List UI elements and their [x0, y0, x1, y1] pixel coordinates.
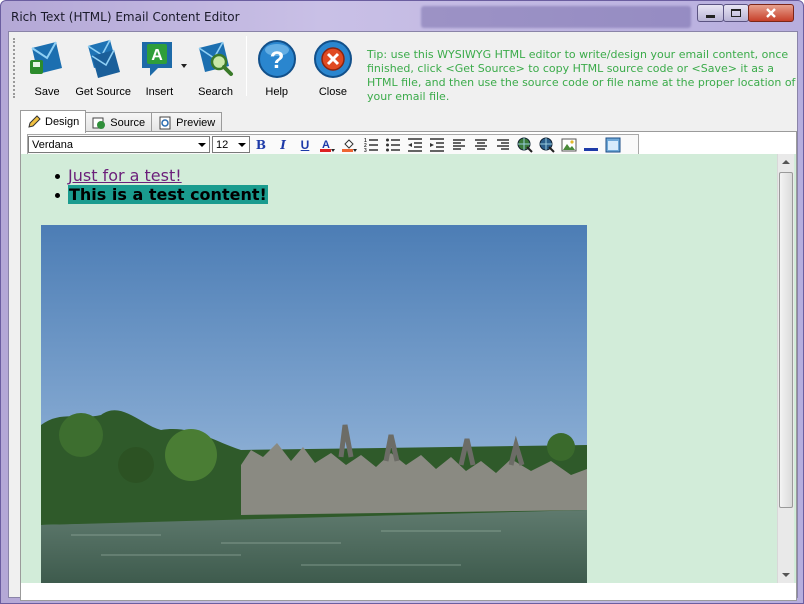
globe-unlink-icon — [539, 137, 555, 153]
close-icon — [313, 40, 352, 78]
save-icon — [30, 41, 63, 74]
get-source-button[interactable]: Get Source — [75, 34, 131, 98]
paint-bucket-icon — [342, 138, 357, 152]
list-item: Just for a test! — [55, 166, 268, 185]
view-tabs: Design Source Preview — [20, 110, 223, 133]
insert-link-button[interactable] — [514, 135, 536, 154]
scroll-thumb[interactable] — [779, 172, 793, 508]
help-button[interactable]: ? Help — [249, 34, 305, 98]
bold-button[interactable]: B — [250, 135, 272, 154]
svg-text:3: 3 — [364, 148, 367, 153]
svg-text:A: A — [152, 47, 164, 64]
maximize-button[interactable] — [723, 4, 749, 22]
insert-label: Insert — [145, 86, 174, 98]
editor-area[interactable]: Just for a test! This is a test content! — [21, 154, 796, 583]
minimize-button[interactable] — [697, 4, 724, 22]
toolbar-separator — [245, 36, 247, 96]
indent-icon — [430, 137, 444, 152]
toolbar-grip[interactable] — [13, 38, 17, 98]
close-x-icon — [766, 8, 776, 18]
client-area: Save Get Source A Insert Search ? Help C… — [8, 31, 798, 601]
help-icon: ? — [257, 40, 296, 78]
align-right-icon — [497, 138, 509, 150]
tab-design-label: Design — [45, 116, 80, 128]
bullet-list-button[interactable] — [382, 135, 404, 154]
horizontal-rule-icon — [584, 147, 598, 151]
align-right-button[interactable] — [492, 135, 514, 154]
title-bar-glass — [421, 6, 691, 28]
font-family-value: Verdana — [32, 138, 73, 151]
app-window: Rich Text (HTML) Email Content Editor Sa… — [0, 0, 804, 604]
editor-scrollbar[interactable] — [777, 154, 794, 583]
save-label: Save — [34, 86, 60, 98]
format-toolbar: Verdana 12 B I U A 123 — [27, 134, 639, 155]
horizontal-rule-button[interactable] — [580, 135, 602, 154]
insert-icon: A — [142, 42, 173, 76]
align-center-icon — [475, 138, 487, 150]
align-left-button[interactable] — [448, 135, 470, 154]
font-color-button[interactable]: A — [316, 135, 338, 154]
highlight-color-button[interactable] — [338, 135, 360, 154]
numbered-list-button[interactable]: 123 — [360, 135, 382, 154]
search-label: Search — [198, 86, 233, 98]
properties-button[interactable] — [602, 135, 624, 154]
chevron-up-icon — [782, 160, 790, 164]
design-pencil-icon — [28, 115, 41, 128]
scroll-down-button[interactable] — [778, 567, 794, 583]
font-family-select[interactable]: Verdana — [28, 136, 210, 153]
list-item: This is a test content! — [55, 185, 268, 204]
globe-link-icon — [517, 137, 533, 153]
outdent-icon — [408, 137, 422, 152]
tip-text: Tip: use this WYSIWYG HTML editor to wri… — [367, 48, 796, 103]
svg-text:?: ? — [269, 47, 284, 74]
tab-source-label: Source — [110, 117, 146, 129]
italic-button[interactable]: I — [272, 135, 294, 154]
close-label: Close — [318, 86, 347, 98]
scroll-up-button[interactable] — [778, 154, 794, 170]
font-color-icon: A — [320, 139, 335, 152]
search-icon — [198, 41, 233, 76]
main-toolbar: Save Get Source A Insert Search ? Help C… — [13, 34, 361, 101]
help-label: Help — [265, 86, 289, 98]
save-button[interactable]: Save — [19, 34, 75, 98]
align-center-button[interactable] — [470, 135, 492, 154]
image-icon — [561, 138, 577, 151]
search-button[interactable]: Search — [187, 34, 243, 98]
insert-image-button[interactable] — [558, 135, 580, 154]
chevron-down-icon — [195, 137, 209, 152]
window-close-button[interactable] — [748, 4, 794, 22]
bullet-list-icon — [386, 138, 400, 151]
chevron-down-icon — [235, 137, 249, 152]
font-size-select[interactable]: 12 — [212, 136, 250, 153]
title-bar[interactable]: Rich Text (HTML) Email Content Editor — [1, 1, 803, 31]
tab-design[interactable]: Design — [20, 110, 87, 133]
test-link[interactable]: Just for a test! — [68, 166, 182, 185]
preview-icon — [159, 116, 171, 130]
numbered-list-icon: 123 — [364, 138, 378, 153]
outdent-button[interactable] — [404, 135, 426, 154]
maximize-icon — [731, 9, 741, 17]
align-left-icon — [453, 138, 465, 150]
underline-button[interactable]: U — [294, 135, 316, 154]
tab-preview[interactable]: Preview — [151, 112, 223, 133]
source-icon — [92, 117, 106, 129]
envelopes-icon — [87, 39, 121, 78]
minimize-icon — [706, 14, 715, 18]
remove-link-button[interactable] — [536, 135, 558, 154]
highlighted-text: This is a test content! — [68, 185, 268, 204]
landscape-photo[interactable] — [41, 225, 587, 583]
window-title: Rich Text (HTML) Email Content Editor — [11, 10, 240, 24]
indent-button[interactable] — [426, 135, 448, 154]
tab-source[interactable]: Source — [85, 112, 153, 133]
chevron-down-icon — [782, 573, 790, 577]
content-list: Just for a test! This is a test content! — [55, 166, 268, 204]
font-size-value: 12 — [216, 138, 229, 151]
window-properties-icon — [605, 137, 621, 152]
close-button[interactable]: Close — [305, 34, 361, 98]
insert-button[interactable]: A Insert — [131, 34, 188, 98]
tab-preview-label: Preview — [176, 117, 216, 129]
get-source-label: Get Source — [75, 86, 132, 98]
